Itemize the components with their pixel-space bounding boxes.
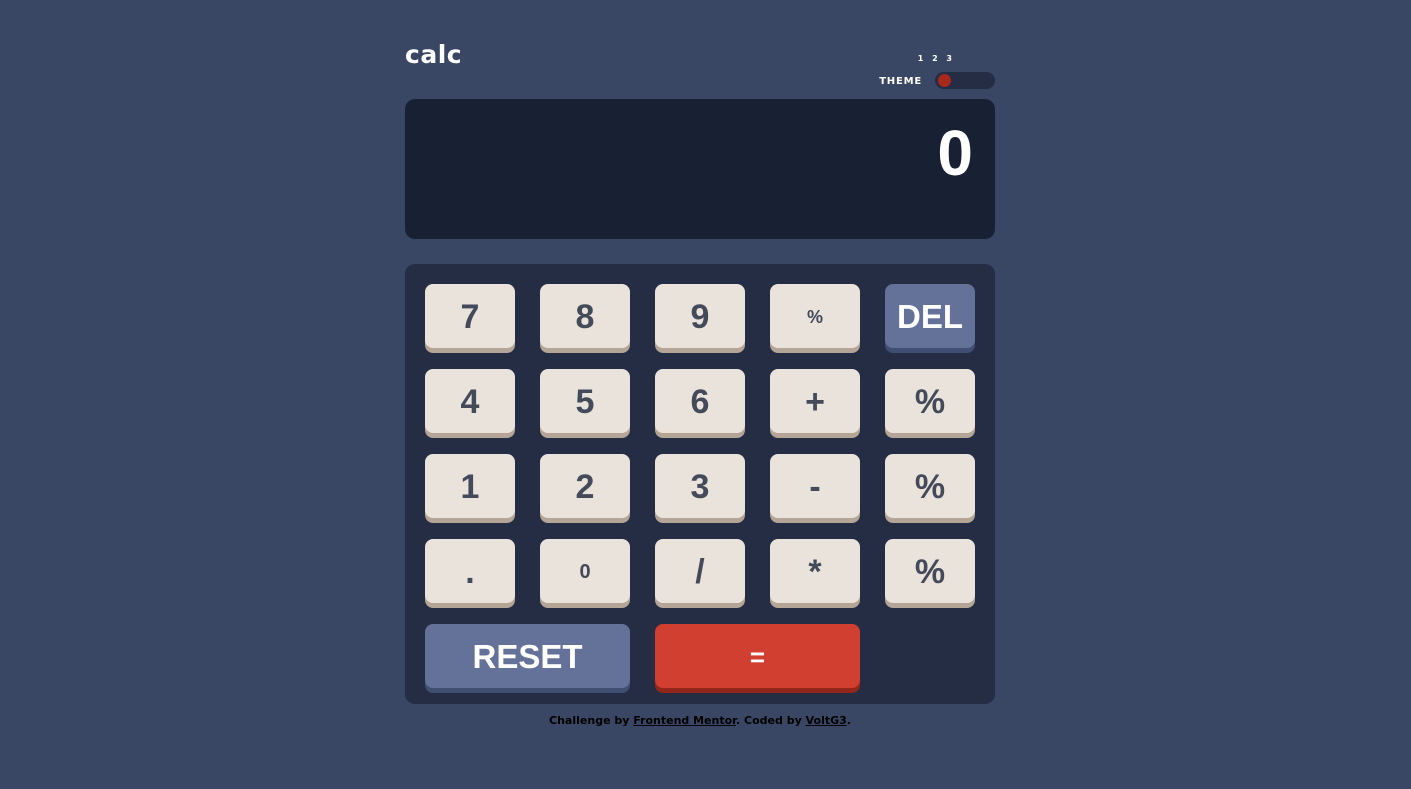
theme-toggle[interactable] (935, 72, 995, 89)
key-5[interactable]: 5 (540, 369, 630, 433)
author-link[interactable]: VoltG3 (806, 714, 847, 727)
footer-suffix: . (846, 714, 851, 727)
key-minus[interactable]: - (770, 454, 860, 518)
footer-prefix: Challenge by (549, 714, 634, 727)
attribution-footer: Challenge by Frontend Mentor. Coded by V… (405, 714, 995, 727)
key-decimal[interactable]: . (425, 539, 515, 603)
delete-button[interactable]: DEL (885, 284, 975, 348)
header: calc 1 2 3 THEME (405, 38, 995, 93)
display-screen: 0 (405, 99, 995, 239)
footer-middle: . Coded by (736, 714, 806, 727)
theme-numbers: 1 2 3 (917, 54, 955, 63)
key-divide[interactable]: / (655, 539, 745, 603)
calculator-app: calc 1 2 3 THEME 0 7 8 9 % DEL 4 5 6 + %… (405, 0, 995, 789)
frontend-mentor-link[interactable]: Frontend Mentor (633, 714, 736, 727)
key-3[interactable]: 3 (655, 454, 745, 518)
key-4[interactable]: 4 (425, 369, 515, 433)
theme-label: THEME (879, 76, 922, 87)
keypad: 7 8 9 % DEL 4 5 6 + % 1 2 3 - % . 0 / * … (405, 264, 995, 704)
key-0[interactable]: 0 (540, 539, 630, 603)
key-9[interactable]: 9 (655, 284, 745, 348)
theme-toggle-knob[interactable] (938, 74, 951, 87)
key-6[interactable]: 6 (655, 369, 745, 433)
key-multiply[interactable]: * (770, 539, 860, 603)
reset-button[interactable]: RESET (425, 624, 630, 688)
key-2[interactable]: 2 (540, 454, 630, 518)
key-plus[interactable]: + (770, 369, 860, 433)
key-7[interactable]: 7 (425, 284, 515, 348)
app-logo: calc (405, 40, 463, 69)
display-value: 0 (937, 117, 973, 189)
key-8[interactable]: 8 (540, 284, 630, 348)
equals-button[interactable]: = (655, 624, 860, 688)
key-percent[interactable]: % (770, 284, 860, 348)
key-1[interactable]: 1 (425, 454, 515, 518)
key-percent[interactable]: % (885, 539, 975, 603)
key-percent[interactable]: % (885, 369, 975, 433)
key-percent[interactable]: % (885, 454, 975, 518)
